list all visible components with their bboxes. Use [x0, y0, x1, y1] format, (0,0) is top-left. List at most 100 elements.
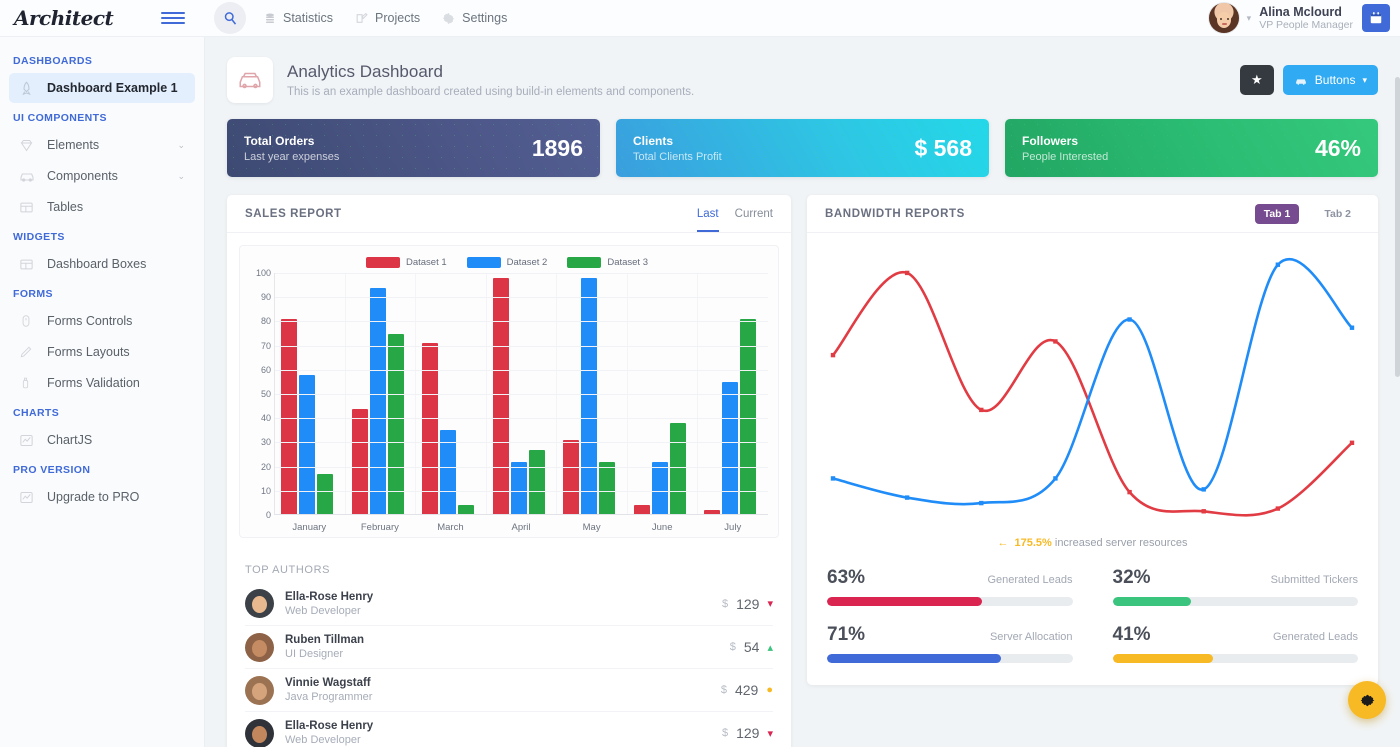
sidebar-item-forms-validation[interactable]: Forms Validation: [9, 368, 195, 398]
author-row[interactable]: Vinnie Wagstaff Java Programmer $429 ●: [245, 668, 773, 711]
progress-track[interactable]: [827, 654, 1073, 663]
legend-item[interactable]: Dataset 1: [365, 257, 447, 268]
line-point[interactable]: [1053, 476, 1058, 481]
author-row[interactable]: Ella-Rose Henry Web Developer $129 ▾: [245, 582, 773, 625]
sidebar: Dashboards Dashboard Example 1 UI Compon…: [0, 37, 205, 747]
panel-title: BANDWIDTH REPORTS: [825, 207, 965, 220]
author-row[interactable]: Ruben Tillman UI Designer $54 ▴: [245, 625, 773, 668]
progress-track[interactable]: [1112, 597, 1358, 606]
bar[interactable]: [317, 473, 333, 515]
legend-swatch: [466, 257, 501, 268]
author-amount: 129: [736, 725, 760, 741]
sidebar-item-elements[interactable]: Elements ⌄: [9, 130, 195, 160]
line-point[interactable]: [1349, 440, 1355, 445]
line-point[interactable]: [1275, 262, 1281, 267]
sidebar-item-upgrade-to-pro[interactable]: Upgrade to PRO: [9, 482, 195, 512]
trend-marker-icon: ●: [766, 684, 773, 696]
bar[interactable]: [281, 318, 297, 515]
hamburger-icon[interactable]: [150, 12, 196, 24]
stat-card-clients[interactable]: Clients Total Clients Profit $ 568: [616, 119, 989, 177]
legend-swatch: [567, 257, 602, 268]
progress-track[interactable]: [1112, 654, 1358, 663]
bar[interactable]: [563, 439, 580, 515]
progress-fill: [1112, 654, 1214, 663]
sidebar-item-chartjs[interactable]: ChartJS: [9, 425, 195, 455]
progress-percent: 71%: [827, 624, 866, 645]
table-icon: [19, 200, 47, 215]
bandwidth-reports-panel: BANDWIDTH REPORTS Tab 1 Tab 2 ← 175.5% i…: [807, 195, 1378, 685]
line-point[interactable]: [1275, 506, 1281, 511]
sales-report-panel: SALES REPORT Last Current Dataset 1 Datas…: [227, 195, 791, 747]
calendar-icon[interactable]: [1362, 4, 1390, 32]
author-row[interactable]: Ella-Rose Henry Web Developer $129 ▾: [245, 711, 773, 747]
line-point[interactable]: [979, 500, 984, 506]
nav-item-statistics[interactable]: Statistics: [264, 11, 333, 25]
bar[interactable]: [492, 277, 509, 515]
legend-item[interactable]: Dataset 3: [567, 257, 648, 268]
nav-item-settings[interactable]: Settings: [442, 11, 507, 25]
search-icon[interactable]: [214, 2, 246, 34]
sidebar-item-components[interactable]: Components ⌄: [9, 161, 195, 191]
line-point[interactable]: [830, 352, 836, 358]
chevron-down-icon[interactable]: ⌄: [177, 171, 185, 182]
sidebar-group-title: Forms: [13, 288, 53, 300]
stat-card-followers[interactable]: Followers People Interested 46%: [1005, 119, 1378, 177]
tab-2[interactable]: Tab 2: [1315, 204, 1360, 224]
bar[interactable]: [299, 374, 315, 515]
sidebar-item-tables[interactable]: Tables: [9, 192, 195, 222]
stat-card-total-orders[interactable]: Total Orders Last year expenses 1896: [227, 119, 600, 177]
bar[interactable]: [528, 449, 545, 515]
favorite-star-button[interactable]: ★: [1239, 65, 1274, 95]
sidebar-group-title: Widgets: [13, 231, 65, 243]
sidebar-item-dashboard-boxes[interactable]: Dashboard Boxes: [9, 249, 195, 279]
bottle-icon: [19, 376, 47, 390]
bar[interactable]: [669, 423, 686, 515]
chart-legend: Dataset 1 Dataset 2 Dataset 3: [246, 254, 768, 273]
y-tick-label: 50: [260, 389, 271, 399]
currency-symbol: $: [721, 597, 729, 610]
buttons-dropdown[interactable]: Buttons ▾: [1282, 65, 1378, 95]
tab-last[interactable]: Last: [696, 195, 719, 232]
tab-current[interactable]: Current: [735, 195, 773, 232]
line-point[interactable]: [1127, 317, 1132, 322]
page-header: Analytics Dashboard This is an example d…: [205, 37, 1400, 119]
line-point[interactable]: [830, 476, 836, 481]
line-point[interactable]: [1201, 487, 1206, 492]
bar[interactable]: [510, 461, 527, 515]
top-authors-title: TOP AUTHORS: [245, 564, 331, 576]
line-point[interactable]: [1053, 339, 1058, 344]
sidebar-group-title: Dashboards: [13, 55, 93, 67]
line-point[interactable]: [1201, 509, 1206, 514]
line-point[interactable]: [904, 495, 910, 500]
stat-card-subtitle: Total Clients Profit: [633, 150, 722, 163]
progress-track[interactable]: [827, 597, 1073, 606]
stat-card-value: 1896: [531, 134, 583, 161]
line-point[interactable]: [1127, 489, 1132, 495]
user-role: VP People Manager: [1259, 19, 1353, 32]
tab-1[interactable]: Tab 1: [1254, 203, 1300, 224]
progress-fill: [827, 654, 1002, 663]
sidebar-item-dashboard-example-1[interactable]: Dashboard Example 1: [9, 73, 195, 103]
app-logo: Architect: [14, 6, 114, 30]
bar[interactable]: [599, 461, 616, 515]
line-point[interactable]: [1349, 325, 1355, 330]
bar[interactable]: [581, 277, 598, 515]
bar[interactable]: [722, 381, 739, 515]
bar[interactable]: [651, 461, 668, 515]
sidebar-item-label: Components: [47, 169, 118, 183]
chevron-down-icon[interactable]: ⌄: [177, 140, 185, 151]
line-point[interactable]: [904, 270, 910, 276]
legend-item[interactable]: Dataset 2: [466, 257, 547, 268]
bar[interactable]: [387, 333, 404, 515]
user-menu[interactable]: ▾ Alina Mclourd VP People Manager: [1208, 3, 1353, 33]
bar[interactable]: [351, 408, 368, 515]
page-scrollbar[interactable]: [1395, 37, 1400, 747]
chevron-down-icon[interactable]: ▾: [1247, 13, 1252, 24]
bar[interactable]: [740, 318, 757, 515]
sidebar-item-forms-layouts[interactable]: Forms Layouts: [9, 337, 195, 367]
line-point[interactable]: [979, 407, 984, 413]
y-tick-label: 40: [260, 413, 271, 424]
gear-icon[interactable]: [1348, 681, 1386, 719]
nav-item-projects[interactable]: Projects: [355, 11, 420, 25]
sidebar-item-forms-controls[interactable]: Forms Controls: [9, 306, 195, 336]
